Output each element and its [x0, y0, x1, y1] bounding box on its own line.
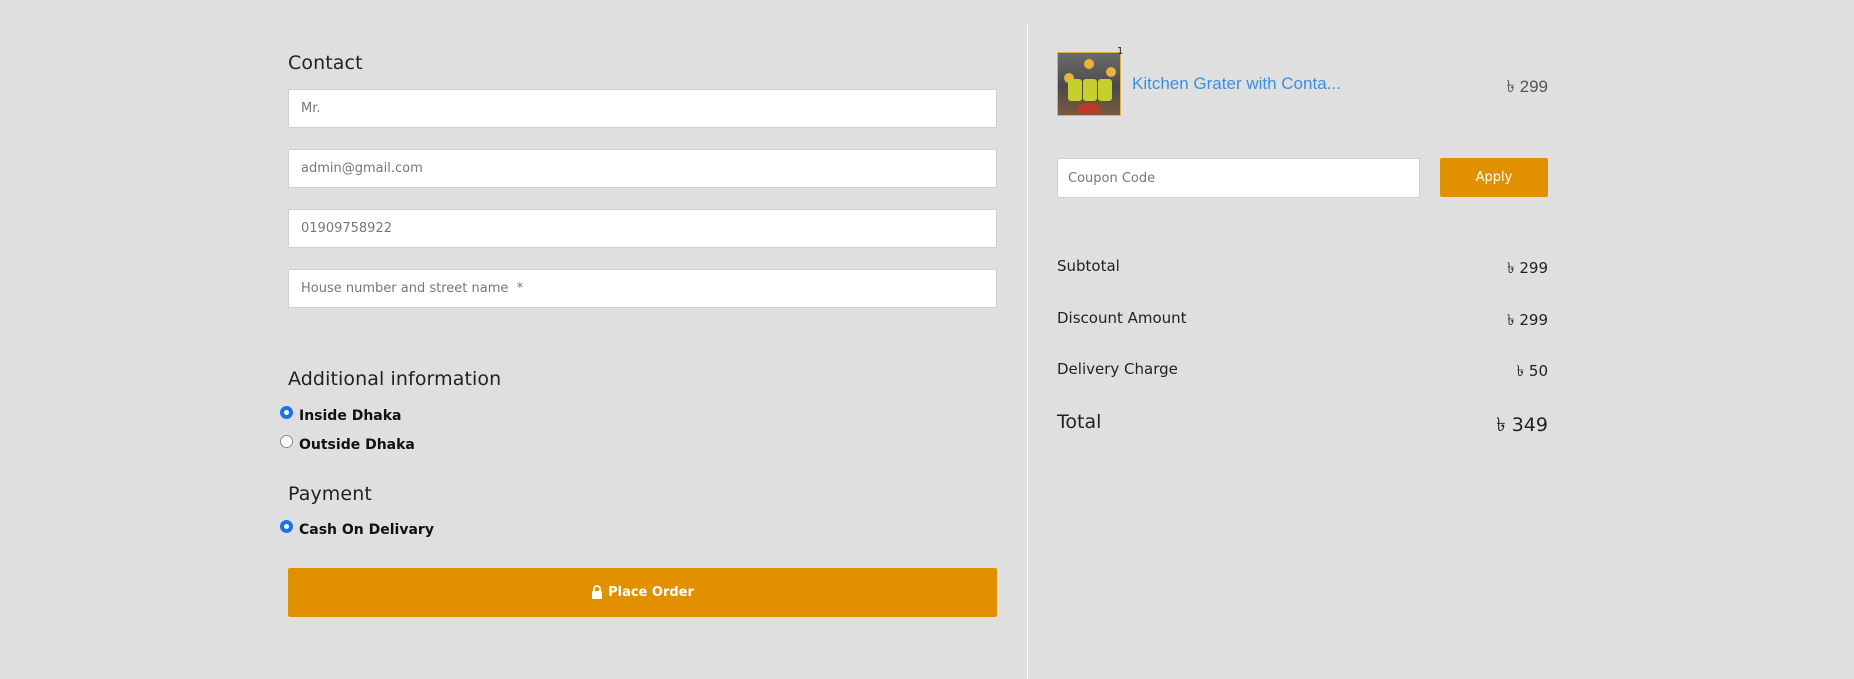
name-field[interactable]: [288, 89, 997, 128]
item-quantity-badge: 1: [1117, 46, 1124, 57]
delivery-option-outside-dhaka[interactable]: Outside Dhaka: [280, 434, 415, 453]
subtotal-row: Subtotal ৳ 299: [1057, 257, 1548, 282]
total-label: Total: [1057, 411, 1102, 433]
discount-row: Discount Amount ৳ 299: [1057, 309, 1548, 334]
delivery-option-label: Outside Dhaka: [299, 437, 415, 453]
email-field[interactable]: [288, 149, 997, 188]
apply-coupon-button[interactable]: Apply: [1440, 158, 1548, 197]
discount-label: Discount Amount: [1057, 309, 1187, 327]
delivery-option-inside-dhaka[interactable]: Inside Dhaka: [280, 405, 402, 424]
payment-option-cod[interactable]: Cash On Delivary: [280, 519, 434, 538]
subtotal-label: Subtotal: [1057, 257, 1120, 275]
lock-icon: [591, 584, 603, 603]
product-price: ৳ 299: [1506, 77, 1548, 96]
delivery-option-label: Inside Dhaka: [299, 408, 402, 424]
place-order-button[interactable]: Place Order: [288, 568, 997, 617]
product-name-link[interactable]: Kitchen Grater with Conta...: [1132, 74, 1341, 94]
checkout-page: Contact Additional information Inside Dh…: [0, 0, 1854, 679]
column-divider: [1027, 23, 1028, 679]
coupon-input[interactable]: [1057, 158, 1420, 198]
radio-checked-icon[interactable]: [280, 519, 293, 533]
phone-field[interactable]: [288, 209, 997, 248]
delivery-charge-value: ৳ 50: [1516, 362, 1548, 380]
subtotal-value: ৳ 299: [1507, 259, 1548, 277]
address-field[interactable]: [288, 269, 997, 308]
discount-value: ৳ 299: [1507, 311, 1548, 329]
delivery-charge-label: Delivery Charge: [1057, 360, 1178, 378]
payment-option-label: Cash On Delivary: [299, 522, 434, 538]
delivery-charge-row: Delivery Charge ৳ 50: [1057, 360, 1548, 385]
place-order-label: Place Order: [608, 585, 694, 600]
total-value: ৳ 349: [1496, 414, 1548, 436]
cart-item: 1 Kitchen Grater with Conta... ৳ 299: [1057, 46, 1548, 118]
radio-unchecked-icon[interactable]: [280, 434, 293, 448]
total-row: Total ৳ 349: [1057, 411, 1548, 443]
additional-info-title: Additional information: [288, 368, 502, 390]
payment-title: Payment: [288, 483, 372, 505]
radio-checked-icon[interactable]: [280, 405, 293, 419]
contact-title: Contact: [288, 52, 363, 74]
product-thumbnail[interactable]: [1057, 52, 1121, 116]
